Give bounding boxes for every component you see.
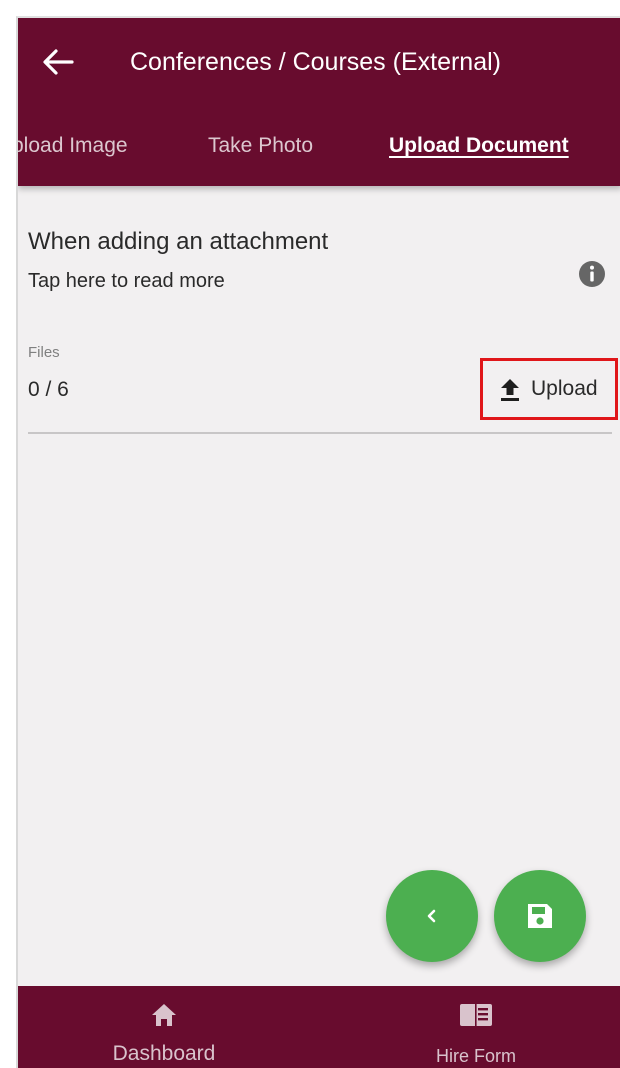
upload-button[interactable]: Upload — [480, 358, 618, 420]
chevron-left-icon — [427, 909, 436, 923]
read-more-link[interactable]: Tap here to read more — [28, 270, 225, 293]
app-screen: Conferences / Courses (External) pload I… — [16, 16, 620, 1068]
form-icon — [460, 1004, 492, 1026]
tab-upload-image[interactable]: pload Image — [18, 132, 128, 160]
files-count: 0 / 6 — [28, 378, 69, 401]
screen-frame: Conferences / Courses (External) pload I… — [0, 0, 620, 1068]
page-title: Conferences / Courses (External) — [130, 48, 501, 76]
tab-bar: pload Image Take Photo Upload Document — [18, 122, 620, 178]
upload-label: Upload — [531, 377, 598, 400]
upload-icon — [501, 379, 519, 401]
bottom-navigation: Dashboard Hire Form — [18, 986, 620, 1068]
tab-take-photo[interactable]: Take Photo — [208, 132, 313, 160]
attachment-info-panel[interactable]: When adding an attachment Tap here to re… — [26, 228, 616, 312]
back-button[interactable] — [38, 44, 78, 80]
nav-label-dashboard: Dashboard — [112, 1042, 216, 1065]
tab-upload-document[interactable]: Upload Document — [389, 132, 569, 160]
files-divider — [28, 432, 612, 434]
files-label: Files — [28, 344, 60, 361]
nav-item-dashboard[interactable]: Dashboard — [64, 986, 264, 1068]
arrow-left-icon — [43, 49, 74, 75]
app-bar: Conferences / Courses (External) pload I… — [18, 18, 620, 186]
previous-fab-button[interactable] — [386, 870, 478, 962]
info-icon[interactable] — [578, 260, 606, 288]
info-title: When adding an attachment — [28, 228, 329, 255]
nav-label-hire-form: Hire Form — [436, 1046, 516, 1066]
nav-item-hire-form[interactable]: Hire Form — [376, 986, 576, 1068]
save-icon — [528, 904, 552, 928]
home-icon — [152, 1004, 176, 1026]
save-fab-button[interactable] — [494, 870, 586, 962]
